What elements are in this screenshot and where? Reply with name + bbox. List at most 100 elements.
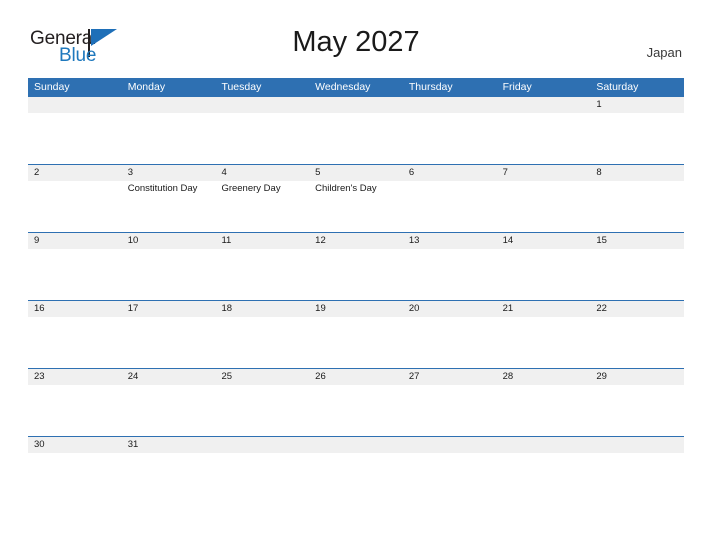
day-events (309, 317, 403, 319)
holiday-event-label: Children's Day (315, 183, 377, 194)
day-number: 28 (502, 371, 514, 382)
day-events (309, 249, 403, 251)
day-number-band (590, 437, 685, 453)
day-events (215, 453, 309, 455)
calendar-day-cell[interactable]: 31 (121, 437, 216, 504)
calendar-day-cell[interactable]: 30 (28, 437, 122, 504)
day-events (28, 113, 122, 115)
calendar-day-cell[interactable]: 24 (121, 369, 216, 436)
calendar-day-cell[interactable]: 5 Children's Day (309, 165, 403, 232)
day-number: 12 (315, 235, 326, 246)
calendar-day-cell[interactable]: 20 (402, 301, 497, 368)
calendar-day-cell[interactable]: 10 (121, 233, 216, 300)
calendar-day-cell[interactable]: 17 (121, 301, 216, 368)
calendar-day-cell[interactable]: 18 (215, 301, 310, 368)
calendar-day-cell[interactable]: 9 (28, 233, 122, 300)
day-number: 27 (408, 371, 420, 382)
day-events (497, 453, 591, 455)
calendar-week-row: 16 17 18 19 20 21 22 (28, 300, 685, 368)
day-number-band (28, 97, 122, 113)
day-events (403, 385, 497, 387)
day-number-band (121, 97, 216, 113)
day-events (122, 113, 216, 115)
calendar-day-cell[interactable]: 11 (215, 233, 310, 300)
day-number: 10 (127, 235, 139, 246)
day-number: 7 (502, 167, 508, 178)
calendar-week-row: 2 3 Constitution Day 4 Greenery Day 5 Children… (28, 164, 685, 232)
day-events (122, 249, 216, 251)
day-events (122, 317, 216, 319)
calendar-day-cell[interactable]: 14 (496, 233, 591, 300)
day-number-band (402, 97, 497, 113)
calendar-week-row: 1 (28, 97, 685, 164)
calendar-week-days: 30 31 (28, 437, 685, 504)
calendar-day-cell[interactable]: 25 (215, 369, 310, 436)
calendar-day-cell[interactable]: 3 Constitution Day (121, 165, 216, 232)
calendar-day-cell[interactable]: 12 (309, 233, 403, 300)
calendar-grid: Sunday Monday Tuesday Wednesday Thursday… (28, 78, 685, 504)
day-events: Children's Day (309, 181, 403, 195)
calendar-day-cell (402, 97, 497, 164)
calendar-page: General Blue May 2027 Japan Sunday Monda… (0, 0, 712, 550)
day-events (497, 113, 591, 115)
day-number: 13 (408, 235, 420, 246)
day-events (403, 113, 497, 115)
day-number-band (309, 437, 403, 453)
day-number-band (496, 97, 591, 113)
day-events (28, 181, 122, 183)
calendar-day-cell (215, 437, 310, 504)
calendar-day-cell[interactable]: 6 (402, 165, 497, 232)
weekday-thursday: Thursday (408, 81, 453, 93)
day-events (497, 385, 591, 387)
calendar-day-cell[interactable]: 1 (590, 97, 685, 164)
day-number-band (215, 437, 310, 453)
calendar-day-cell (496, 97, 591, 164)
calendar-week-row: 23 24 25 26 27 28 29 (28, 368, 685, 436)
calendar-day-cell[interactable]: 16 (28, 301, 122, 368)
calendar-day-cell[interactable]: 26 (309, 369, 403, 436)
day-number: 17 (127, 303, 139, 314)
day-number: 9 (34, 235, 40, 246)
calendar-day-cell[interactable]: 21 (496, 301, 591, 368)
calendar-day-cell[interactable]: 19 (309, 301, 403, 368)
day-events (590, 317, 684, 319)
day-events (590, 249, 684, 251)
day-number: 14 (502, 235, 514, 246)
day-events (590, 385, 684, 387)
weekday-sunday: Sunday (34, 81, 70, 93)
calendar-day-cell (309, 437, 403, 504)
calendar-day-cell[interactable]: 22 (590, 301, 685, 368)
calendar-day-cell (121, 97, 216, 164)
day-number: 4 (221, 167, 227, 178)
calendar-day-cell[interactable]: 2 (28, 165, 122, 232)
day-number: 31 (127, 439, 139, 450)
calendar-day-cell (496, 437, 591, 504)
calendar-day-cell[interactable]: 23 (28, 369, 122, 436)
day-events (215, 249, 309, 251)
calendar-day-cell[interactable]: 15 (590, 233, 685, 300)
calendar-week-days: 9 10 11 12 13 14 15 (28, 233, 685, 300)
calendar-day-cell[interactable]: 8 (590, 165, 685, 232)
day-number: 6 (408, 167, 415, 178)
day-events (403, 453, 497, 455)
day-number: 20 (408, 303, 420, 314)
calendar-day-cell[interactable]: 28 (496, 369, 591, 436)
day-events (403, 317, 497, 319)
calendar-day-cell (309, 97, 403, 164)
calendar-day-cell (28, 97, 122, 164)
day-events (590, 453, 684, 455)
calendar-day-cell[interactable]: 29 (590, 369, 685, 436)
weekday-friday: Friday (502, 81, 532, 93)
holiday-event-label: Constitution Day (127, 183, 198, 194)
calendar-day-cell[interactable]: 7 (496, 165, 591, 232)
calendar-day-cell[interactable]: 4 Greenery Day (215, 165, 310, 232)
day-number: 3 (127, 167, 134, 178)
calendar-day-cell[interactable]: 27 (402, 369, 497, 436)
day-number: 15 (596, 235, 607, 246)
calendar-week-days: 1 (28, 97, 685, 164)
calendar-day-cell[interactable]: 13 (402, 233, 497, 300)
calendar-week-row: 30 31 (28, 436, 685, 504)
day-number: 26 (315, 371, 326, 382)
day-events (403, 249, 497, 251)
calendar-week-days: 16 17 18 19 20 21 22 (28, 301, 685, 368)
